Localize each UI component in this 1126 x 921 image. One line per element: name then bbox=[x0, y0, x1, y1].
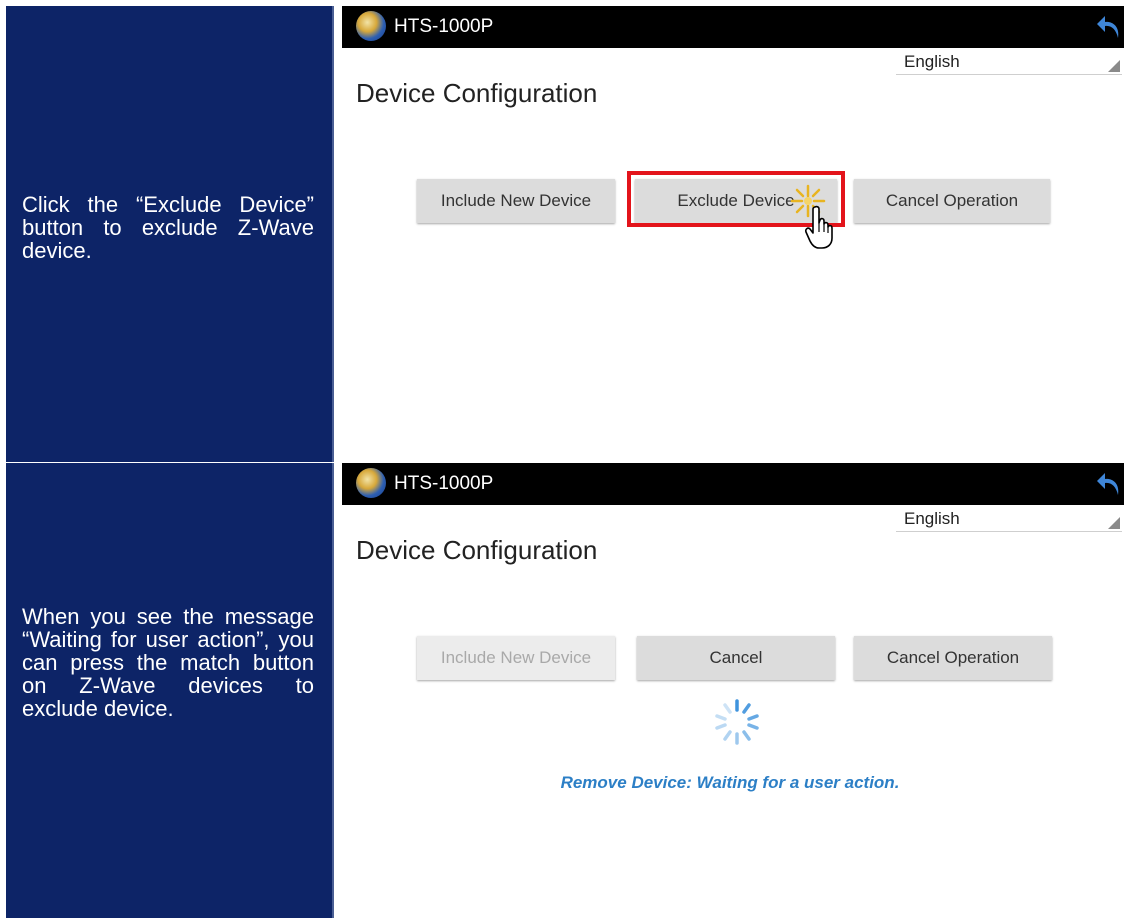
cancel-operation-button[interactable]: Cancel Operation bbox=[854, 636, 1052, 680]
language-select-value: English bbox=[904, 509, 960, 528]
step-1-row: Click the “Exclude Device” button to exc… bbox=[6, 6, 1124, 462]
cancel-operation-button[interactable]: Cancel Operation bbox=[854, 179, 1050, 223]
page-title: Device Configuration bbox=[356, 535, 598, 565]
dropdown-icon bbox=[1108, 60, 1120, 72]
language-select[interactable]: English bbox=[896, 507, 1122, 532]
language-select-value: English bbox=[904, 52, 960, 71]
cancel-button[interactable]: Cancel bbox=[637, 636, 835, 680]
include-new-device-button[interactable]: Include New Device bbox=[417, 179, 615, 223]
app-logo-icon bbox=[356, 468, 386, 498]
app-title-bar: HTS-1000P bbox=[342, 6, 1124, 48]
app-title: HTS-1000P bbox=[394, 16, 494, 37]
language-select[interactable]: English bbox=[896, 50, 1122, 75]
step-2-row: When you see the message “Waiting for us… bbox=[6, 463, 1124, 918]
step-1-screenshot: HTS-1000P English Device Configuration I… bbox=[336, 6, 1124, 462]
pointer-hand-icon bbox=[805, 205, 833, 249]
instruction-document: Click the “Exclude Device” button to exc… bbox=[0, 0, 1126, 921]
back-arrow-icon[interactable] bbox=[1096, 12, 1122, 40]
page-title: Device Configuration bbox=[356, 78, 598, 108]
step-1-instruction-text: Click the “Exclude Device” button to exc… bbox=[22, 192, 314, 263]
app-logo-icon bbox=[356, 11, 386, 41]
loading-spinner-icon bbox=[715, 699, 759, 745]
back-arrow-icon[interactable] bbox=[1096, 469, 1122, 497]
step-2-instruction-text: When you see the message “Waiting for us… bbox=[22, 604, 314, 721]
include-new-device-button: Include New Device bbox=[417, 636, 615, 680]
step-2-screenshot: HTS-1000P English Device Configuration I… bbox=[336, 463, 1124, 918]
step-1-instruction-panel: Click the “Exclude Device” button to exc… bbox=[6, 6, 334, 462]
status-message: Remove Device: Waiting for a user action… bbox=[560, 773, 900, 792]
app-title: HTS-1000P bbox=[394, 473, 494, 494]
dropdown-icon bbox=[1108, 517, 1120, 529]
step-2-instruction-panel: When you see the message “Waiting for us… bbox=[6, 463, 334, 918]
app-title-bar: HTS-1000P bbox=[342, 463, 1124, 505]
